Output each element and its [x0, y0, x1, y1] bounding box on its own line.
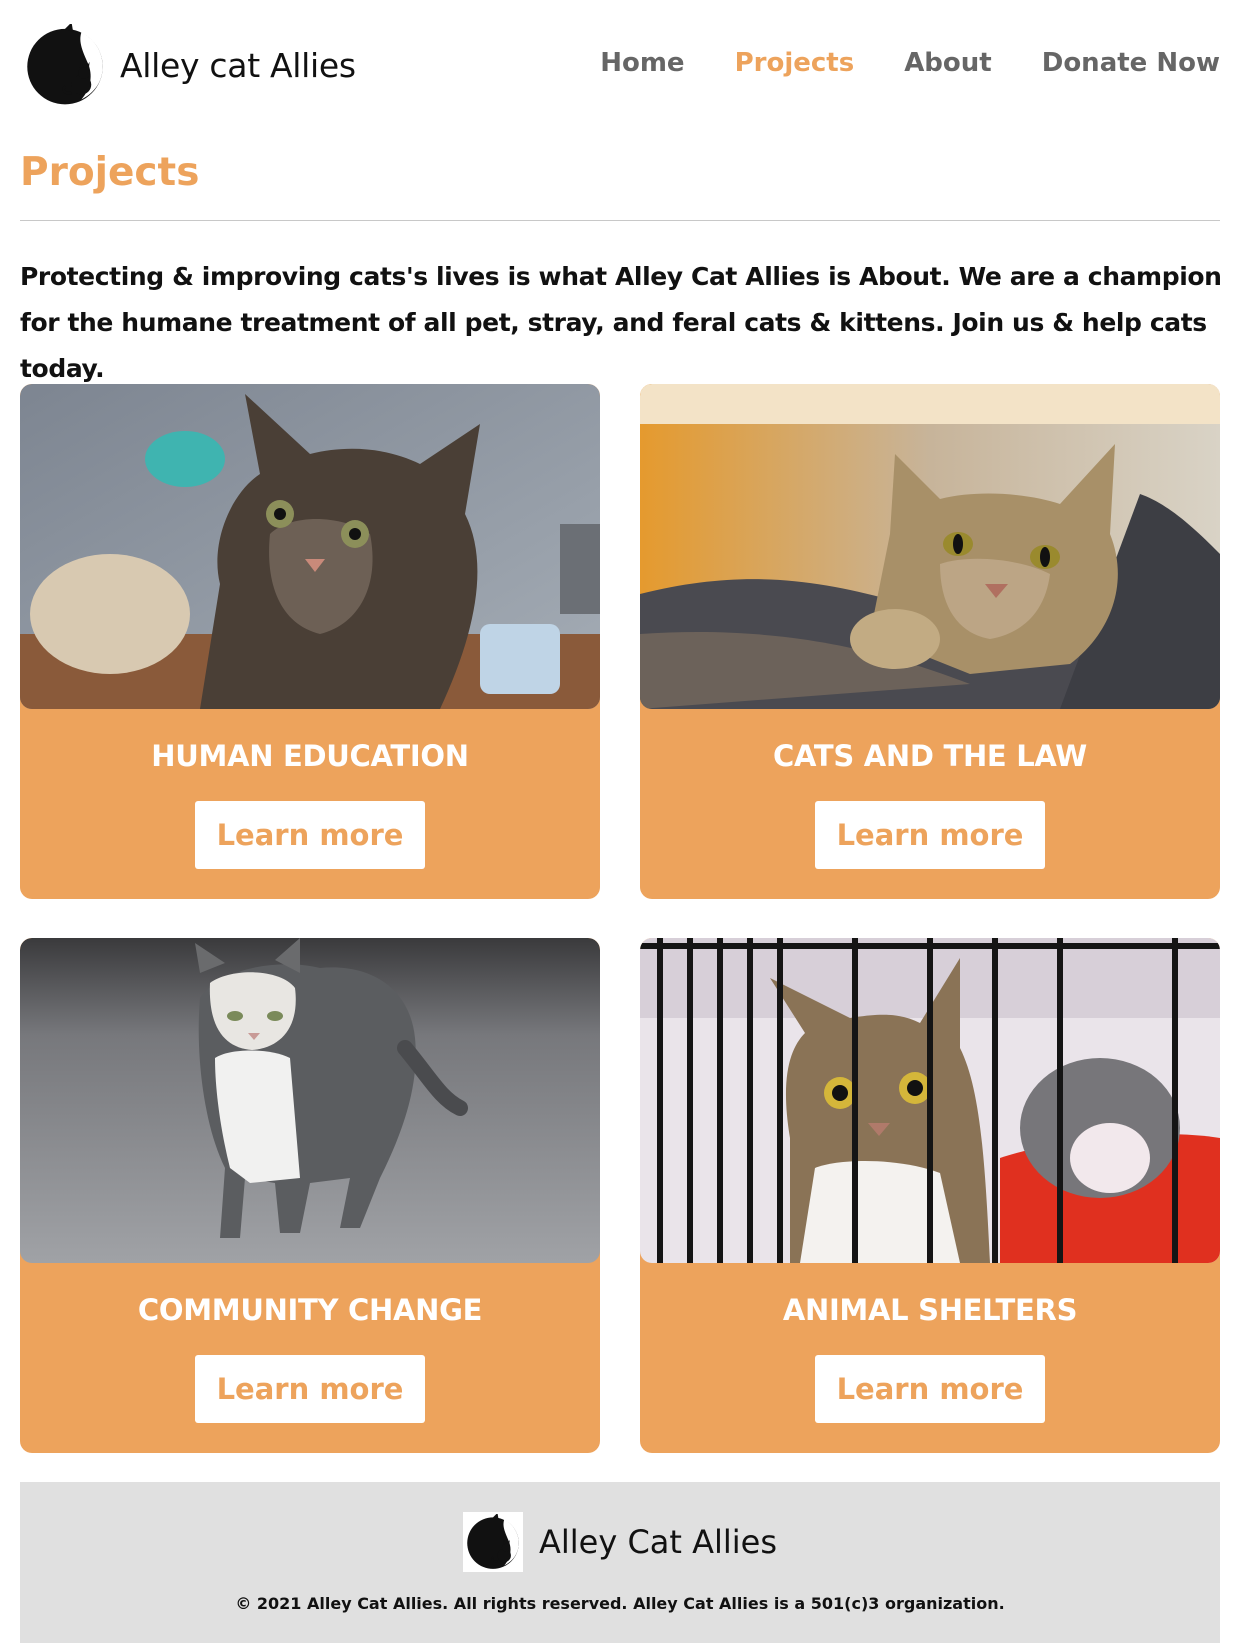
intro-text: Protecting & improving cats's lives is w…	[20, 262, 1222, 383]
card-title: COMMUNITY CHANGE	[137, 1293, 483, 1327]
site-footer: Alley Cat Allies © 2021 Alley Cat Allies…	[20, 1482, 1220, 1643]
project-card-community-change: COMMUNITY CHANGE Learn more	[20, 938, 600, 1453]
cat-silhouette-logo-icon	[462, 1512, 523, 1572]
learn-more-button[interactable]: Learn more	[815, 1355, 1045, 1423]
card-title: HUMAN EDUCATION	[151, 739, 469, 773]
cat-silhouette-logo-icon	[24, 24, 106, 106]
card-title: ANIMAL SHELTERS	[782, 1293, 1078, 1327]
brand-name: Alley cat Allies	[120, 45, 356, 85]
walking-street-cat-photo	[20, 938, 600, 1263]
footer-brand: Alley Cat Allies	[20, 1512, 1220, 1572]
nav-about[interactable]: About	[904, 48, 992, 78]
footer-brand-name: Alley Cat Allies	[538, 1523, 778, 1561]
project-card-cats-and-the-law: CATS AND THE LAW Learn more	[640, 384, 1220, 899]
nav-home[interactable]: Home	[600, 48, 684, 78]
tabby-cat-in-basket-photo	[640, 384, 1220, 709]
main-nav: Home Projects About Donate Now	[550, 48, 1220, 78]
project-card-animal-shelters: ANIMAL SHELTERS Learn more	[640, 938, 1220, 1453]
nav-projects[interactable]: Projects	[735, 48, 855, 78]
title-divider	[20, 220, 1220, 221]
brand-link[interactable]: Alley cat Allies	[24, 24, 356, 106]
site-header: Alley cat Allies Home Projects About Don…	[20, 20, 1220, 110]
learn-more-button[interactable]: Learn more	[195, 1355, 425, 1423]
copyright-text: © 2021 Alley Cat Allies. All rights rese…	[235, 1594, 1005, 1613]
learn-more-button[interactable]: Learn more	[195, 801, 425, 869]
nav-donate-now[interactable]: Donate Now	[1042, 48, 1220, 78]
page-title: Projects	[20, 150, 200, 195]
project-card-human-education: HUMAN EDUCATION Learn more	[20, 384, 600, 899]
tabby-kitten-photo	[20, 384, 600, 709]
cat-in-cage-photo	[640, 938, 1220, 1263]
learn-more-button[interactable]: Learn more	[815, 801, 1045, 869]
card-title: CATS AND THE LAW	[773, 739, 1087, 773]
